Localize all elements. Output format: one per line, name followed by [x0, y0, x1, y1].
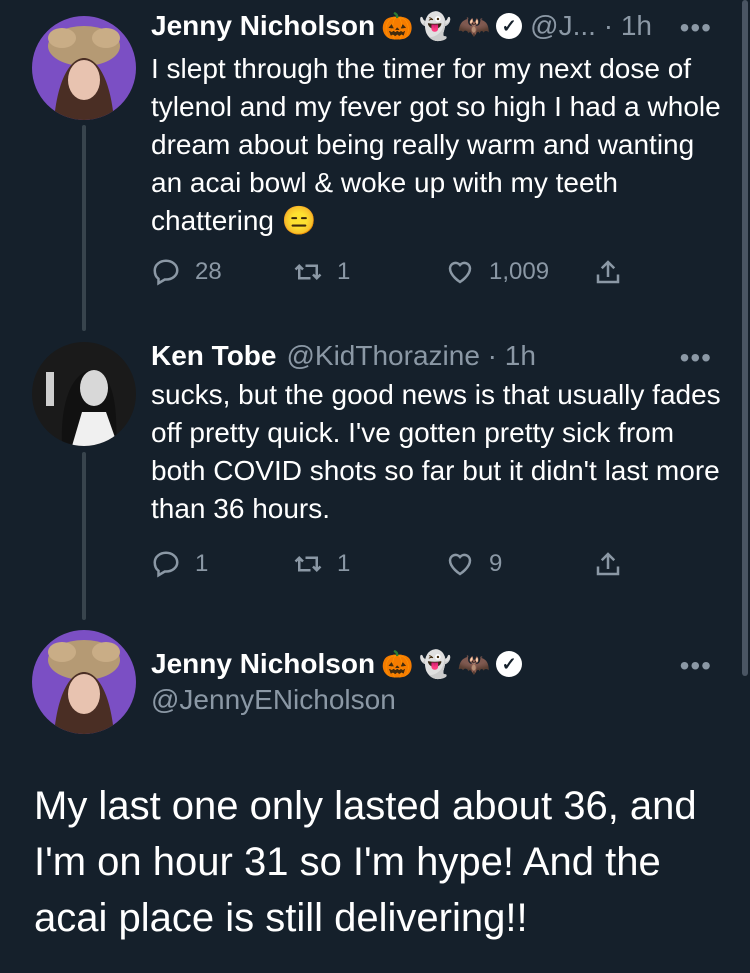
retweet-count: 1: [337, 258, 351, 285]
tweet-header: Jenny Nicholson 🎃 👻 🦇 ✓: [151, 648, 523, 680]
verified-icon: ✓: [496, 13, 523, 39]
reply-button[interactable]: 28: [151, 252, 222, 292]
reply-icon: [153, 551, 179, 578]
reply-icon: [153, 259, 179, 286]
retweet-icon: [294, 555, 322, 573]
more-options-button[interactable]: •••: [680, 12, 712, 44]
bat-icon: 🦇: [457, 649, 491, 679]
verified-icon: ✓: [496, 651, 523, 677]
retweet-button[interactable]: 1: [293, 252, 350, 292]
like-button[interactable]: 1,009: [445, 252, 549, 292]
like-button[interactable]: 9: [445, 544, 502, 584]
tweet-header: Jenny Nicholson 🎃 👻 🦇 ✓ @J... · 1h: [151, 10, 652, 42]
tweet-header: Ken Tobe @KidThorazine · 1h: [151, 340, 536, 372]
action-bar: 28 1 1,009: [151, 252, 631, 292]
retweet-button[interactable]: 1: [293, 544, 350, 584]
share-button[interactable]: [593, 544, 623, 584]
handle-time: @J... · 1h: [530, 10, 652, 41]
avatar[interactable]: [32, 16, 136, 120]
pumpkin-icon: 🎃: [381, 11, 414, 41]
tweet-ken[interactable]: Ken Tobe @KidThorazine · 1h ••• sucks, b…: [0, 330, 750, 620]
handle-time: @KidThorazine · 1h: [286, 340, 536, 371]
pumpkin-icon: 🎃: [381, 649, 414, 679]
like-count: 1,009: [489, 258, 550, 285]
share-icon: [596, 552, 620, 576]
author-handle[interactable]: @JennyENicholson: [151, 684, 396, 716]
share-button[interactable]: [593, 252, 623, 292]
avatar[interactable]: [32, 630, 136, 734]
ghost-icon: 👻: [419, 649, 452, 679]
scrollbar[interactable]: [742, 0, 748, 676]
author-name[interactable]: Jenny Nicholson: [151, 10, 375, 42]
retweet-count: 1: [337, 550, 351, 577]
retweet-icon: [294, 263, 322, 281]
heart-icon: [448, 261, 472, 284]
action-bar: 1 1 9: [151, 544, 631, 584]
tweet-jenny-1[interactable]: Jenny Nicholson 🎃 👻 🦇 ✓ @J... · 1h ••• I…: [0, 0, 750, 330]
heart-icon: [448, 553, 472, 576]
avatar[interactable]: [32, 342, 136, 446]
reply-button[interactable]: 1: [151, 544, 208, 584]
bat-icon: 🦇: [457, 11, 491, 41]
more-options-button[interactable]: •••: [680, 342, 712, 374]
ghost-icon: 👻: [419, 11, 452, 41]
more-options-button[interactable]: •••: [680, 650, 712, 682]
share-icon: [596, 260, 620, 284]
author-name[interactable]: Jenny Nicholson: [151, 648, 375, 680]
tweet-text: sucks, but the good news is that usually…: [151, 379, 721, 524]
tweet-text: My last one only lasted about 36, and I'…: [34, 784, 697, 940]
tweet-jenny-focused[interactable]: Jenny Nicholson 🎃 👻 🦇 ✓ @JennyENicholson…: [0, 620, 750, 973]
reply-count: 28: [195, 258, 222, 285]
reply-count: 1: [195, 550, 209, 577]
author-name[interactable]: Ken Tobe: [151, 340, 276, 372]
tweet-text: I slept through the timer for my next do…: [151, 53, 721, 236]
like-count: 9: [489, 550, 503, 577]
